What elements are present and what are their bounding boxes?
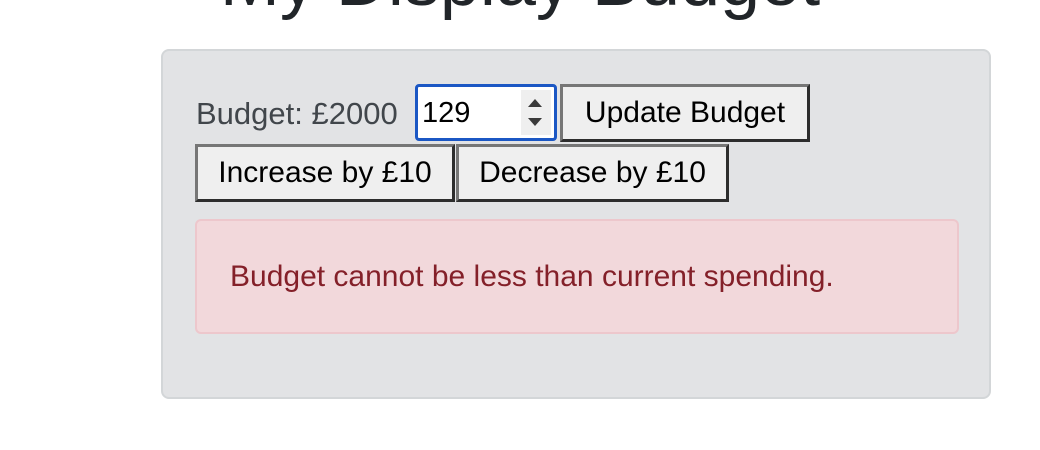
spin-down-icon[interactable]: [528, 118, 542, 126]
spin-up-icon[interactable]: [528, 99, 542, 107]
error-alert: Budget cannot be less than current spend…: [195, 219, 959, 334]
budget-input-field[interactable]: [422, 93, 522, 133]
budget-label: Budget: £2000: [196, 96, 398, 131]
budget-input[interactable]: [415, 84, 557, 141]
number-spinner[interactable]: [521, 90, 551, 135]
decrease-budget-button[interactable]: Decrease by £10: [456, 144, 729, 202]
update-budget-button[interactable]: Update Budget: [560, 84, 810, 142]
increase-budget-button[interactable]: Increase by £10: [195, 144, 455, 202]
page-title: My Display Budget: [0, 0, 1040, 24]
error-alert-message: Budget cannot be less than current spend…: [230, 259, 834, 293]
